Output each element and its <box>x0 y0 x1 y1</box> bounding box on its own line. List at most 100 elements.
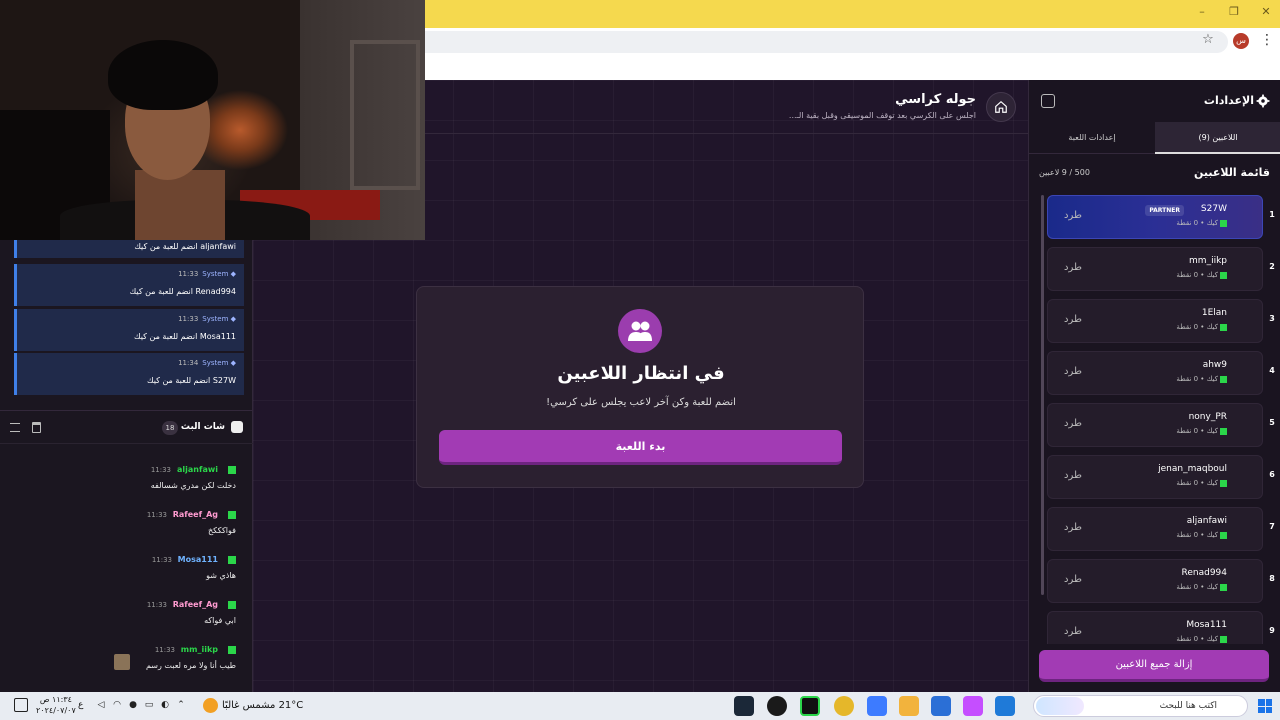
chat-title: شات البث <box>180 422 225 432</box>
kick-player-button[interactable]: طرد <box>1064 574 1082 585</box>
collapse-panel-icon[interactable] <box>1041 94 1055 108</box>
player-row[interactable]: Renad994 كيك • 0 نقطة طرد <box>1047 559 1263 603</box>
player-points: كيك • 0 نقطة <box>1176 531 1218 539</box>
system-sender: System <box>202 270 229 278</box>
edge-icon[interactable] <box>995 696 1015 716</box>
close-button[interactable]: ✕ <box>1258 4 1274 20</box>
player-row[interactable]: nony_PR كيك • 0 نقطة طرد <box>1047 403 1263 447</box>
steam-icon[interactable] <box>734 696 754 716</box>
player-row[interactable]: mm_iikp كيك • 0 نقطة طرد <box>1047 247 1263 291</box>
chat-time: 11:33 <box>146 601 167 609</box>
microphone-icon[interactable]: ● <box>128 700 138 710</box>
kick-logo-icon <box>1220 323 1227 331</box>
clock-date: ٢٠٢٤/٠٧/٠٧ <box>36 706 76 715</box>
player-name: S27W <box>1200 204 1227 214</box>
remove-all-players-button[interactable]: إزالة جميع اللاعبين <box>1039 650 1269 682</box>
kick-icon[interactable] <box>800 696 820 716</box>
chat-message: Rafeef_Ag 11:33 ابي فواكه <box>8 600 238 640</box>
network-icon[interactable]: ◐ <box>160 700 170 710</box>
kick-logo-icon <box>228 556 236 564</box>
player-points: كيك • 0 نقطة <box>1176 635 1218 643</box>
weather-text[interactable]: 21°C مشمس غالبًا <box>222 700 303 711</box>
kick-player-button[interactable]: طرد <box>1064 626 1082 637</box>
player-meta: كيك • 0 نقطة <box>1176 219 1227 227</box>
kick-player-button[interactable]: طرد <box>1064 262 1082 273</box>
settings-title: الإعدادات <box>1203 94 1254 107</box>
player-points: كيك • 0 نقطة <box>1176 479 1218 487</box>
volume-icon[interactable]: ◁ <box>96 700 106 710</box>
chat-username[interactable]: Mosa111 <box>178 555 218 564</box>
taskbar: اكتب هنا للبحث 21°C مشمس غالبًا ⌃ ◐ ▭ ● … <box>0 692 1280 720</box>
player-meta: كيك • 0 نقطة <box>1176 583 1227 591</box>
player-name: aljanfawi <box>1186 516 1227 526</box>
kick-logo-icon <box>1220 479 1227 487</box>
battery-icon[interactable]: ▭ <box>144 700 154 710</box>
language-indicator[interactable]: ع <box>78 700 83 710</box>
tab-game-settings[interactable]: إعدادات اللعبة <box>1029 122 1155 154</box>
chat-username[interactable]: Rafeef_Ag <box>173 510 218 519</box>
file-explorer-icon[interactable] <box>899 696 919 716</box>
mail-icon[interactable] <box>931 696 951 716</box>
settings-tabs: اللاعبين (9) إعدادات اللعبة <box>1029 122 1280 154</box>
obs-icon[interactable] <box>767 696 787 716</box>
chat-username[interactable]: mm_iikp <box>181 645 218 654</box>
chat-icon <box>231 421 243 433</box>
start-button[interactable] <box>1258 699 1272 713</box>
waiting-subtitle: انضم للعبة وكن آخر لاعب يجلس على كرسي! <box>546 397 736 408</box>
player-points: كيك • 0 نقطة <box>1176 427 1218 435</box>
address-bar[interactable] <box>420 31 1228 53</box>
chrome-icon[interactable] <box>834 696 854 716</box>
headset-icon[interactable]: ◠ <box>112 700 122 710</box>
player-row[interactable]: S27W PARTNER كيك • 0 نقطة طرد <box>1047 195 1263 239</box>
player-row[interactable]: 1Elan كيك • 0 نقطة طرد <box>1047 299 1263 343</box>
tab-players[interactable]: اللاعبين (9) <box>1155 122 1280 154</box>
chat-text: ابي فواكه <box>204 616 236 625</box>
waiting-title: في انتظار اللاعبين <box>557 363 725 384</box>
taskbar-search[interactable]: اكتب هنا للبحث <box>1033 695 1248 717</box>
player-rank: 3 <box>1269 314 1275 323</box>
chat-username[interactable]: aljanfawi <box>177 465 218 474</box>
chevron-up-icon[interactable]: ⌃ <box>176 700 186 710</box>
player-rank: 6 <box>1269 470 1275 479</box>
profile-avatar[interactable]: س <box>1233 33 1249 49</box>
chat-username[interactable]: Rafeef_Ag <box>173 600 218 609</box>
chat-panel: aljanfawi انضم للعبة من كيك 11:33 System ◆… <box>0 234 253 692</box>
player-row[interactable]: jenan_maqboul كيك • 0 نقطة طرد <box>1047 455 1263 499</box>
taskbar-search-placeholder: اكتب هنا للبحث <box>1159 701 1217 711</box>
minimize-button[interactable]: – <box>1194 4 1210 20</box>
kick-player-button[interactable]: طرد <box>1064 366 1082 377</box>
player-row[interactable]: aljanfawi كيك • 0 نقطة طرد <box>1047 507 1263 551</box>
chat-text: دخلت لكن مدري شسالفه <box>150 481 236 490</box>
chat-header: شات البث 18 <box>0 410 253 444</box>
user-avatar <box>114 654 130 670</box>
sort-icon[interactable] <box>10 423 20 432</box>
copilot-icon[interactable] <box>963 696 983 716</box>
player-meta: كيك • 0 نقطة <box>1176 323 1227 331</box>
player-meta: كيك • 0 نقطة <box>1176 635 1227 643</box>
chat-time: 11:33 <box>154 646 175 654</box>
player-rank: 9 <box>1269 626 1275 635</box>
player-list-scrollbar[interactable] <box>1041 195 1044 595</box>
system-clock[interactable]: ١١:٣٤ ص ٢٠٢٤/٠٧/٠٧ <box>36 694 76 716</box>
trash-icon[interactable] <box>32 422 41 433</box>
player-row[interactable]: ahw9 كيك • 0 نقطة طرد <box>1047 351 1263 395</box>
kick-player-button[interactable]: طرد <box>1064 418 1082 429</box>
chat-message: Rafeef_Ag 11:33 فواكككخ <box>8 510 238 550</box>
bookmark-star-icon[interactable]: ☆ <box>1200 32 1216 48</box>
notifications-icon[interactable] <box>14 698 28 712</box>
store-icon[interactable] <box>867 696 887 716</box>
players-group-icon <box>618 309 662 353</box>
player-points: كيك • 0 نقطة <box>1176 271 1218 279</box>
player-rank: 4 <box>1269 366 1275 375</box>
kick-player-button[interactable]: طرد <box>1064 522 1082 533</box>
start-game-button[interactable]: بدء اللعبة <box>439 430 842 465</box>
player-row[interactable]: Mosa111 كيك • 0 نقطة طرد <box>1047 611 1263 644</box>
search-highlight-image <box>1036 697 1084 715</box>
kick-player-button[interactable]: طرد <box>1064 314 1082 325</box>
maximize-button[interactable]: ❐ <box>1226 4 1242 20</box>
home-button[interactable] <box>986 92 1016 122</box>
kick-player-button[interactable]: طرد <box>1064 210 1082 221</box>
kick-player-button[interactable]: طرد <box>1064 470 1082 481</box>
chat-time: 11:33 <box>150 466 171 474</box>
browser-menu-icon[interactable]: ⋮ <box>1260 32 1274 48</box>
